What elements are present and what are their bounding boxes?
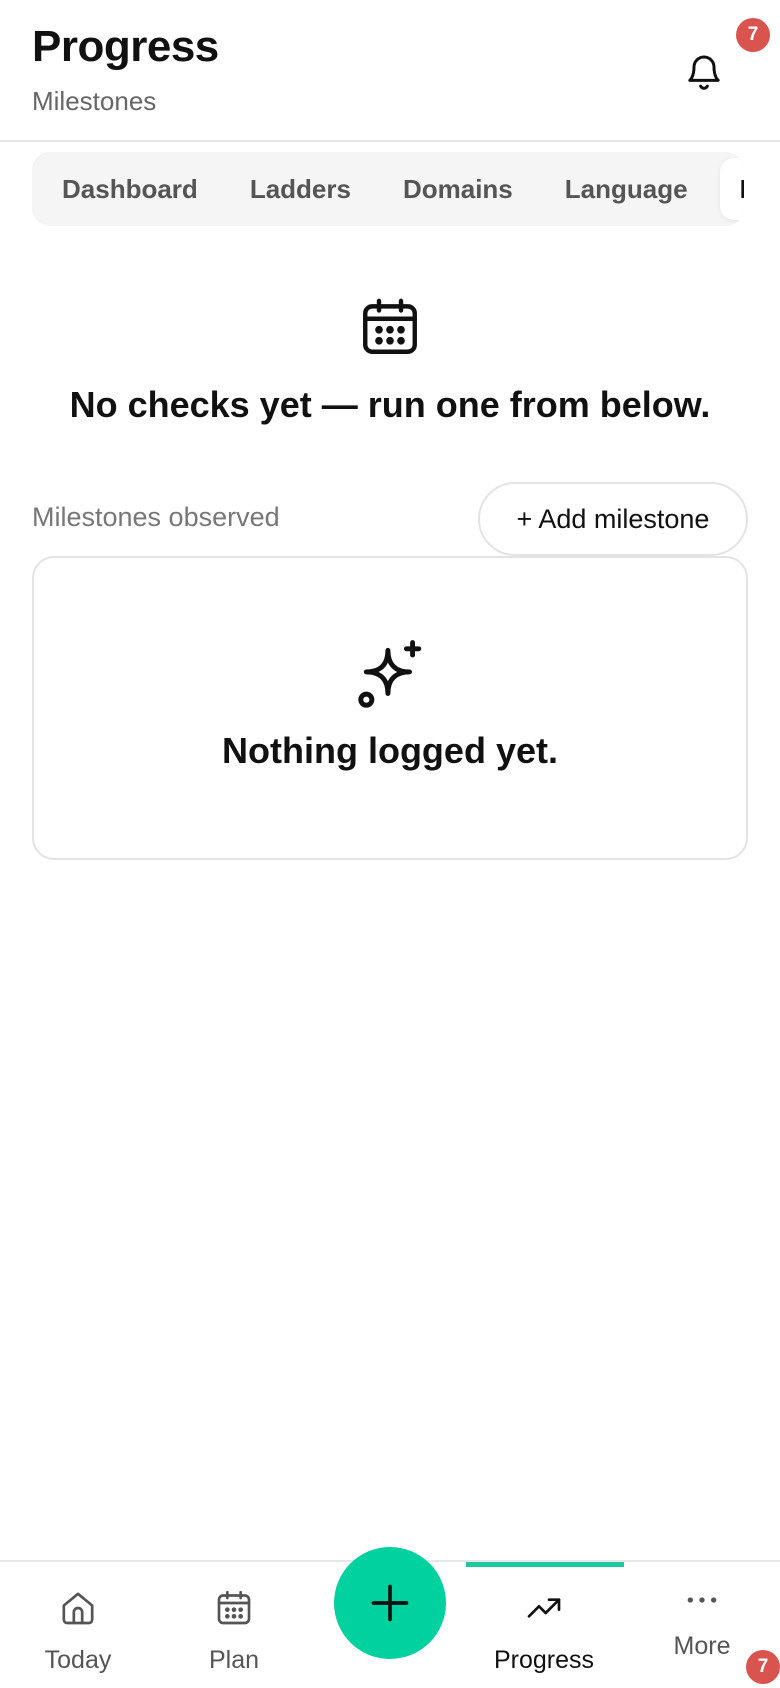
page-title: Progress — [32, 22, 219, 71]
notifications-button[interactable] — [676, 44, 732, 100]
milestones-section-label: Milestones observed — [32, 502, 280, 532]
nav-label-today: Today — [44, 1646, 112, 1674]
tab-language[interactable]: Language — [545, 152, 708, 226]
nav-label-progress: Progress — [493, 1646, 595, 1674]
tab-ladders[interactable]: Ladders — [230, 152, 371, 226]
notification-badge: 7 — [736, 18, 770, 52]
bell-icon — [688, 55, 720, 90]
app-header: Progress Milestones — [0, 0, 780, 142]
more-badge: 7 — [746, 1650, 780, 1684]
nav-label-plan: Plan — [208, 1646, 260, 1674]
empty-checks-message: No checks yet — run one from below. — [69, 384, 711, 425]
tab-domains[interactable]: Domains — [383, 152, 533, 226]
tab-milestones[interactable]: Milestones — [719, 158, 744, 220]
nav-item-today[interactable]: Today — [0, 1562, 156, 1688]
calendar-icon — [363, 298, 417, 354]
active-tab-indicator — [466, 1562, 624, 1567]
calendar-icon — [217, 1590, 251, 1625]
home-icon — [62, 1592, 94, 1625]
milestones-empty-card: Nothing logged yet. — [32, 556, 748, 860]
plus-icon — [371, 1584, 409, 1622]
add-fab-button[interactable] — [334, 1547, 446, 1659]
add-milestone-button[interactable]: + Add milestone — [478, 482, 748, 556]
more-dots-icon — [687, 1597, 717, 1603]
nav-item-plan[interactable]: Plan — [156, 1562, 312, 1688]
milestones-empty-message: Nothing logged yet. — [222, 730, 558, 771]
section-tabs: Dashboard Ladders Domains Language Miles… — [32, 152, 744, 226]
sparkle-icon — [358, 640, 422, 708]
page-subtitle: Milestones — [32, 86, 157, 116]
tab-dashboard[interactable]: Dashboard — [42, 152, 218, 226]
nav-item-progress[interactable]: Progress — [466, 1562, 624, 1688]
trending-up-icon — [527, 1598, 561, 1618]
